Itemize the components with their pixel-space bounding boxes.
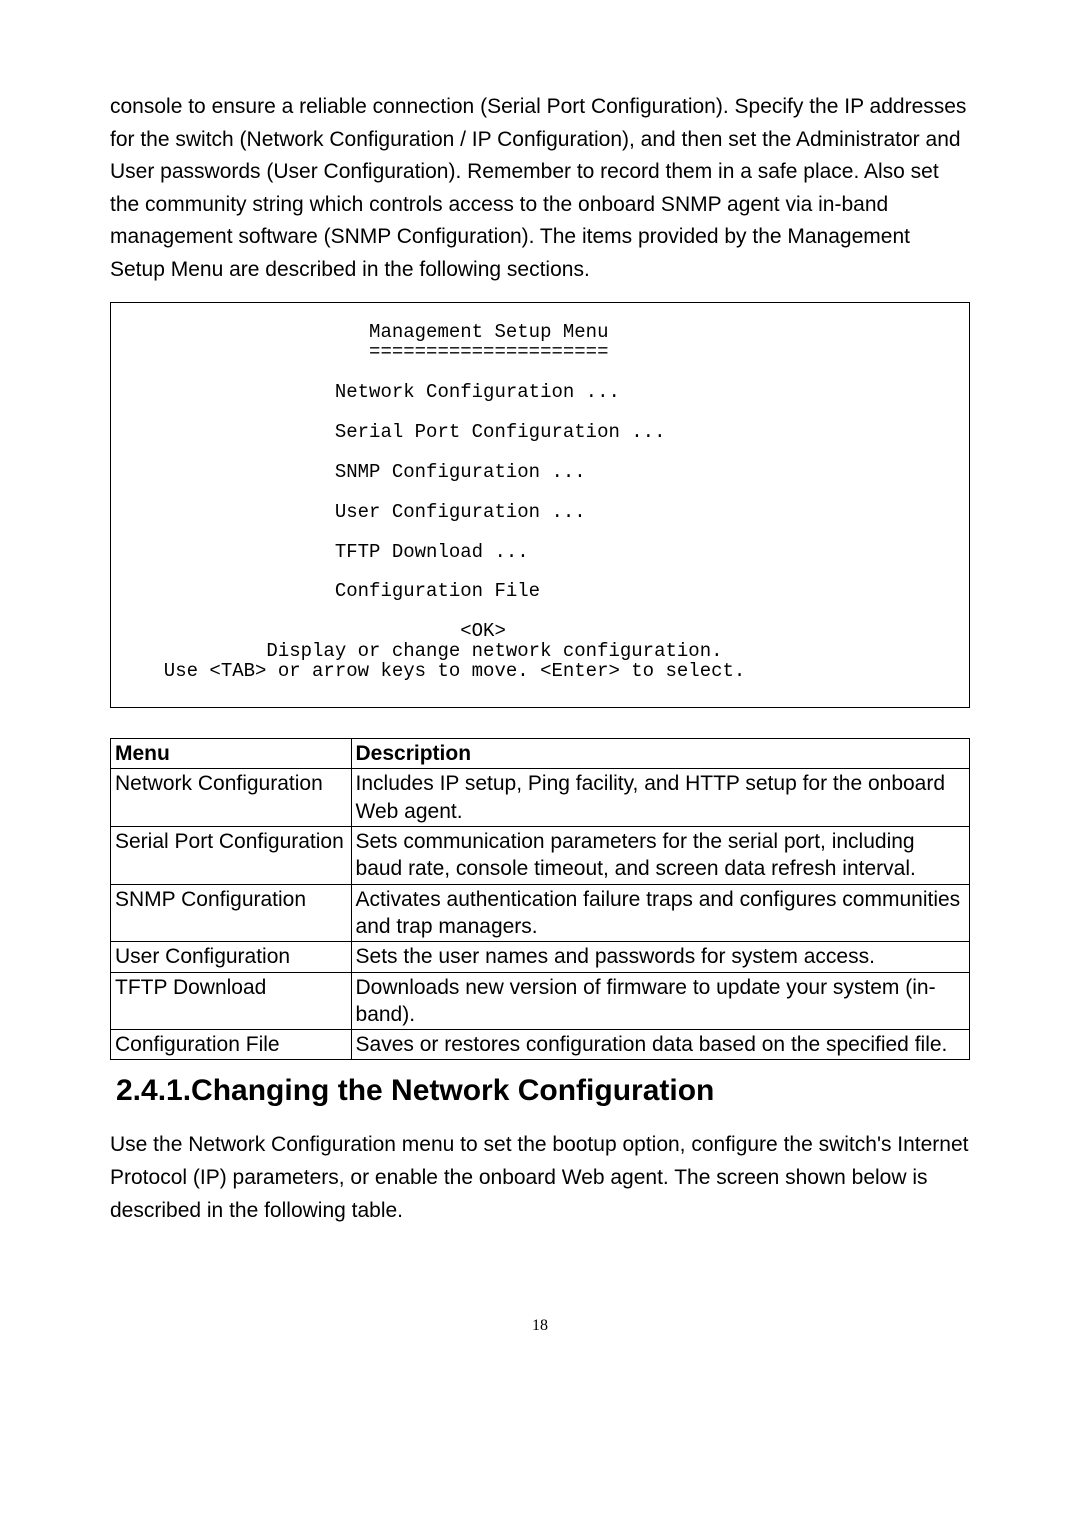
- table-cell-menu: Configuration File: [111, 1030, 352, 1060]
- table-cell-menu: Network Configuration: [111, 769, 352, 827]
- table-header-menu: Menu: [111, 739, 352, 769]
- table-cell-description: Activates authentication failure traps a…: [351, 884, 969, 942]
- table-cell-description: Sets communication parameters for the se…: [351, 827, 969, 885]
- terminal-divider: =====================: [141, 341, 608, 363]
- terminal-title: Management Setup Menu: [141, 321, 608, 343]
- page: console to ensure a reliable connection …: [0, 0, 1080, 1375]
- terminal-screenshot: Management Setup Menu ==================…: [110, 302, 970, 708]
- terminal-item: SNMP Configuration ...: [141, 461, 586, 483]
- table-row: Network Configuration Includes IP setup,…: [111, 769, 970, 827]
- table-row: Serial Port Configuration Sets communica…: [111, 827, 970, 885]
- terminal-item: User Configuration ...: [141, 501, 586, 523]
- terminal-item: Network Configuration ...: [141, 381, 620, 403]
- table-header-description: Description: [351, 739, 969, 769]
- outro-paragraph: Use the Network Configuration menu to se…: [110, 1129, 970, 1227]
- table-row: TFTP Download Downloads new version of f…: [111, 972, 970, 1030]
- table-header-row: Menu Description: [111, 739, 970, 769]
- terminal-ok: <OK>: [141, 620, 506, 642]
- table-cell-menu: SNMP Configuration: [111, 884, 352, 942]
- table-cell-description: Sets the user names and passwords for sy…: [351, 942, 969, 972]
- table-row: Configuration File Saves or restores con…: [111, 1030, 970, 1060]
- terminal-item: Serial Port Configuration ...: [141, 421, 666, 443]
- table-cell-menu: Serial Port Configuration: [111, 827, 352, 885]
- table-row: SNMP Configuration Activates authenticat…: [111, 884, 970, 942]
- terminal-item: TFTP Download ...: [141, 541, 529, 563]
- terminal-hint: Use <TAB> or arrow keys to move. <Enter>…: [141, 660, 745, 682]
- table-row: User Configuration Sets the user names a…: [111, 942, 970, 972]
- menu-description-table: Menu Description Network Configuration I…: [110, 738, 970, 1060]
- page-number: 18: [110, 1317, 970, 1335]
- table-cell-description: Downloads new version of firmware to upd…: [351, 972, 969, 1030]
- table-cell-description: Includes IP setup, Ping facility, and HT…: [351, 769, 969, 827]
- section-heading: 2.4.1.Changing the Network Configuration: [116, 1074, 970, 1108]
- table-cell-description: Saves or restores configuration data bas…: [351, 1030, 969, 1060]
- table-cell-menu: User Configuration: [111, 942, 352, 972]
- table-cell-menu: TFTP Download: [111, 972, 352, 1030]
- terminal-hint: Display or change network configuration.: [141, 640, 723, 662]
- intro-paragraph: console to ensure a reliable connection …: [110, 91, 970, 286]
- terminal-item: Configuration File: [141, 580, 540, 602]
